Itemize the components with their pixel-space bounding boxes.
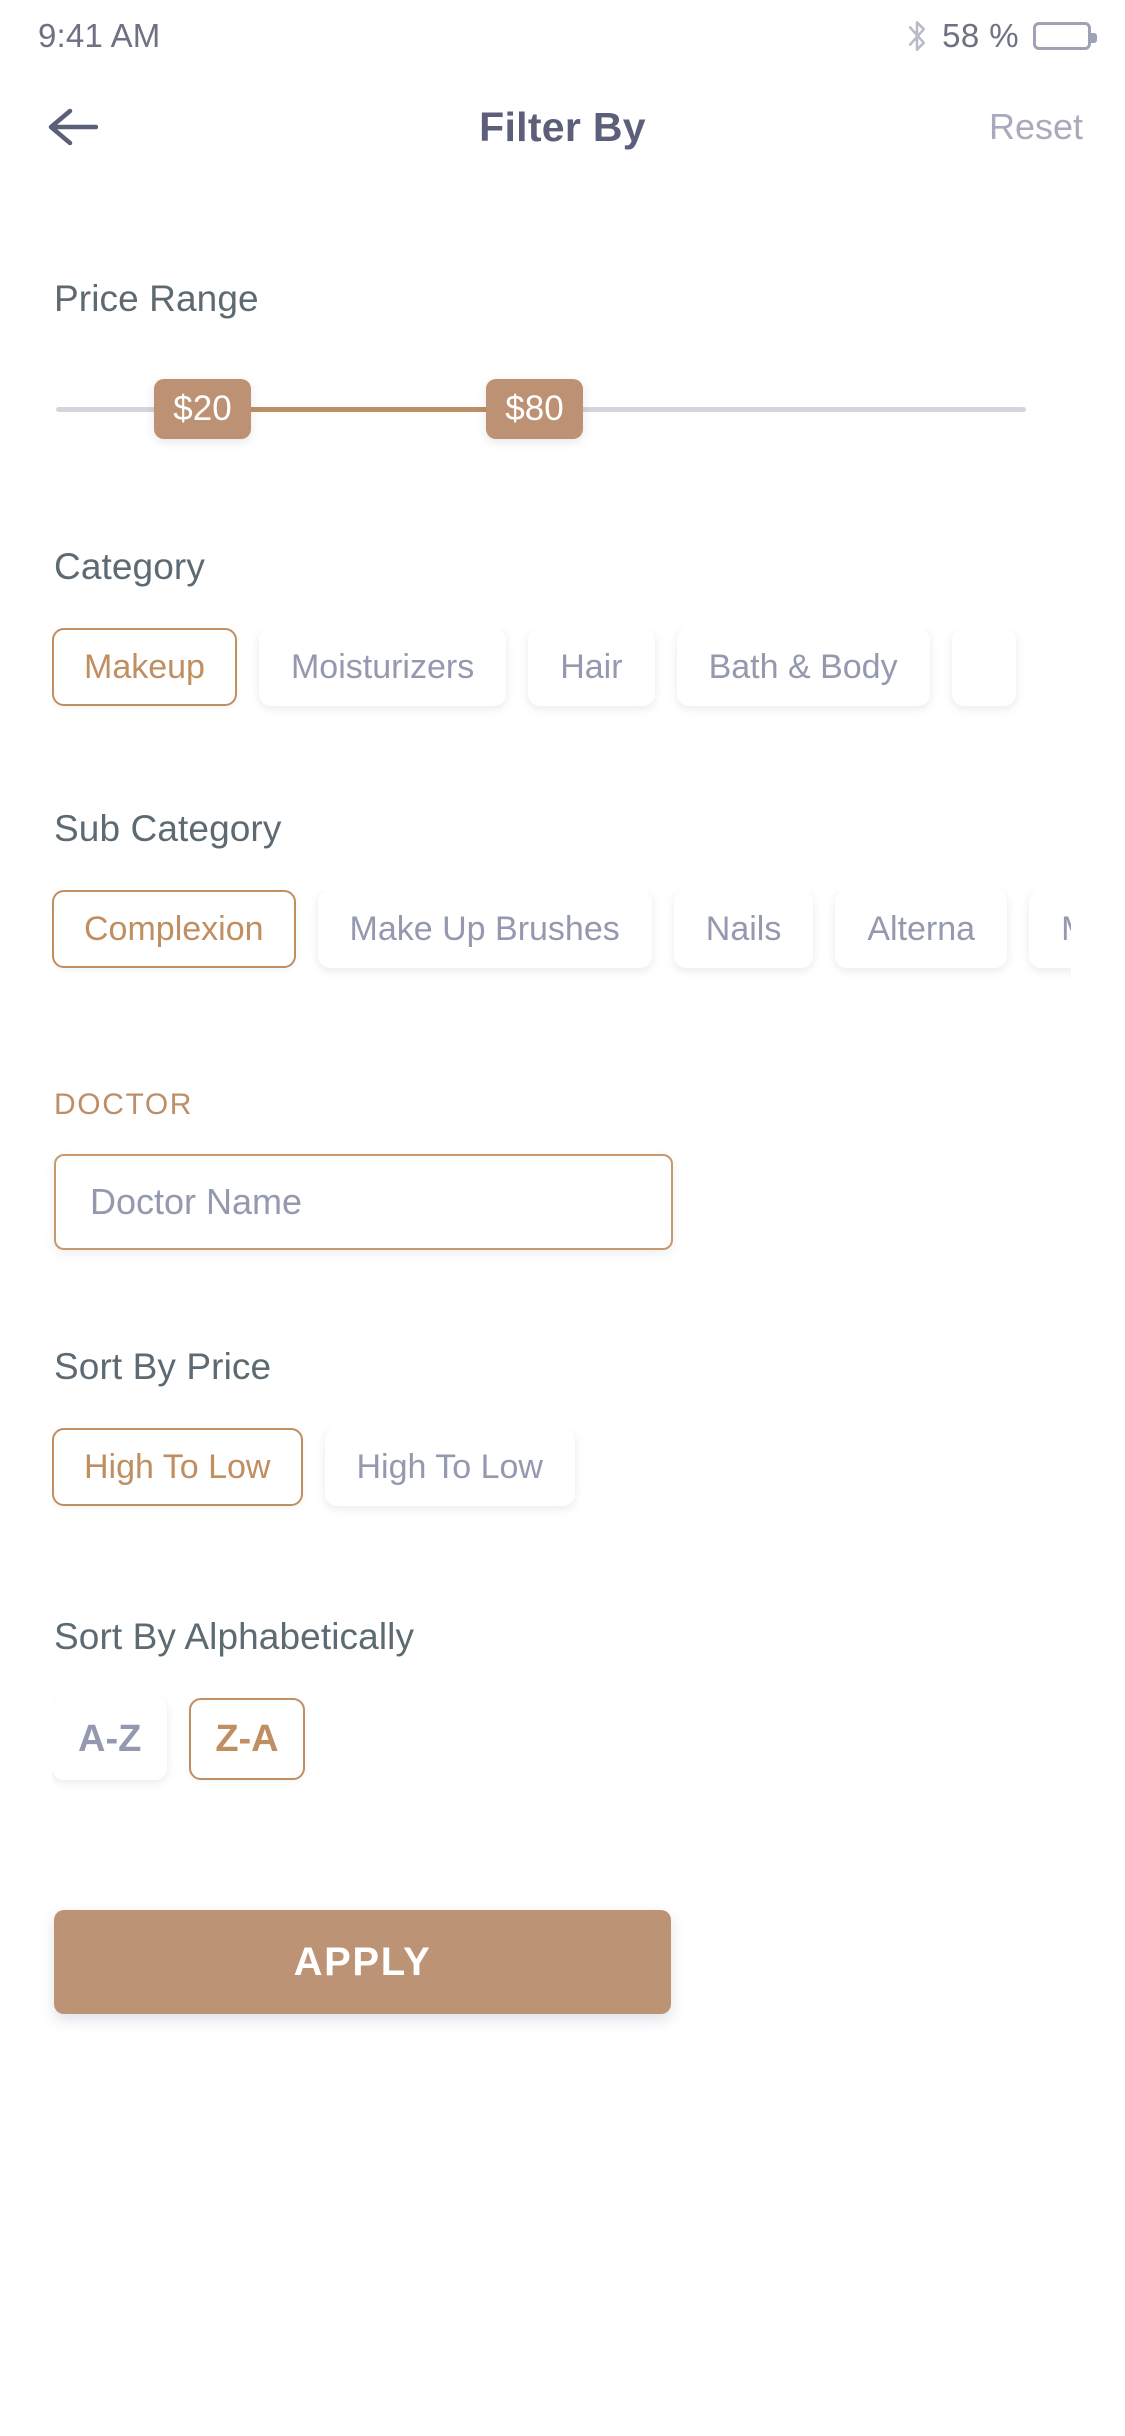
sort-by-alphabetically-section: Sort By Alphabetically A-Z Z-A [0, 1616, 1125, 1794]
status-indicators: 58 % [906, 17, 1097, 55]
sub-category-section: Sub Category Complexion Make Up Brushes … [0, 808, 1125, 982]
sub-category-label: Sub Category [54, 808, 282, 849]
apply-button[interactable]: APPLY [54, 1910, 671, 2014]
bluetooth-icon [906, 19, 928, 53]
category-chip-overflow[interactable] [951, 628, 1016, 706]
slider-thumb-min[interactable]: $20 [154, 379, 251, 439]
price-range-slider[interactable]: $20 $80 [56, 364, 1071, 454]
battery-icon [1033, 22, 1097, 50]
back-button[interactable] [44, 92, 114, 162]
apply-section: APPLY [0, 1910, 1125, 2014]
category-chip-row[interactable]: Makeup Moisturizers Hair Bath & Body [52, 628, 1071, 720]
status-bar: 9:41 AM 58 % [0, 0, 1125, 72]
category-chip-bath-and-body[interactable]: Bath & Body [676, 628, 930, 706]
sub-category-chip-nails[interactable]: Nails [673, 890, 814, 968]
reset-button[interactable]: Reset [989, 106, 1083, 148]
sort-chip-a-z[interactable]: A-Z [52, 1698, 168, 1780]
category-chip-hair[interactable]: Hair [528, 628, 655, 706]
arrow-left-icon [44, 105, 98, 149]
sub-category-chip-overflow[interactable]: M [1029, 890, 1071, 968]
sort-by-price-chip-high-to-low[interactable]: High To Low [324, 1428, 575, 1506]
header: Filter By Reset [0, 72, 1125, 182]
sort-by-price-chip-row[interactable]: High To Low High To Low [52, 1428, 1071, 1520]
category-chip-moisturizers[interactable]: Moisturizers [258, 628, 507, 706]
doctor-section: DOCTOR [0, 1088, 1125, 1250]
sort-by-alphabetically-label: Sort By Alphabetically [54, 1616, 415, 1657]
status-time: 9:41 AM [38, 17, 161, 54]
sort-chip-z-a[interactable]: Z-A [189, 1698, 305, 1780]
sort-by-alphabetically-chip-row[interactable]: A-Z Z-A [52, 1698, 1071, 1794]
price-range-label: Price Range [54, 278, 259, 319]
category-label: Category [54, 546, 205, 587]
category-section: Category Makeup Moisturizers Hair Bath &… [0, 546, 1125, 720]
sort-by-price-section: Sort By Price High To Low High To Low [0, 1346, 1125, 1520]
slider-thumb-max[interactable]: $80 [486, 379, 583, 439]
sort-by-price-chip-high-to-low-selected[interactable]: High To Low [52, 1428, 303, 1506]
sort-by-price-label: Sort By Price [54, 1346, 272, 1387]
page-title: Filter By [479, 103, 646, 150]
sub-category-chip-alterna[interactable]: Alterna [835, 890, 1008, 968]
doctor-name-input[interactable] [54, 1154, 673, 1250]
sub-category-chip-row[interactable]: Complexion Make Up Brushes Nails Alterna… [52, 890, 1071, 982]
doctor-label: DOCTOR [54, 1088, 194, 1121]
sub-category-chip-complexion[interactable]: Complexion [52, 890, 296, 968]
battery-percent: 58 % [942, 17, 1019, 54]
price-range-section: Price Range $20 $80 [0, 278, 1125, 454]
sub-category-chip-make-up-brushes[interactable]: Make Up Brushes [317, 890, 652, 968]
category-chip-makeup[interactable]: Makeup [52, 628, 237, 706]
